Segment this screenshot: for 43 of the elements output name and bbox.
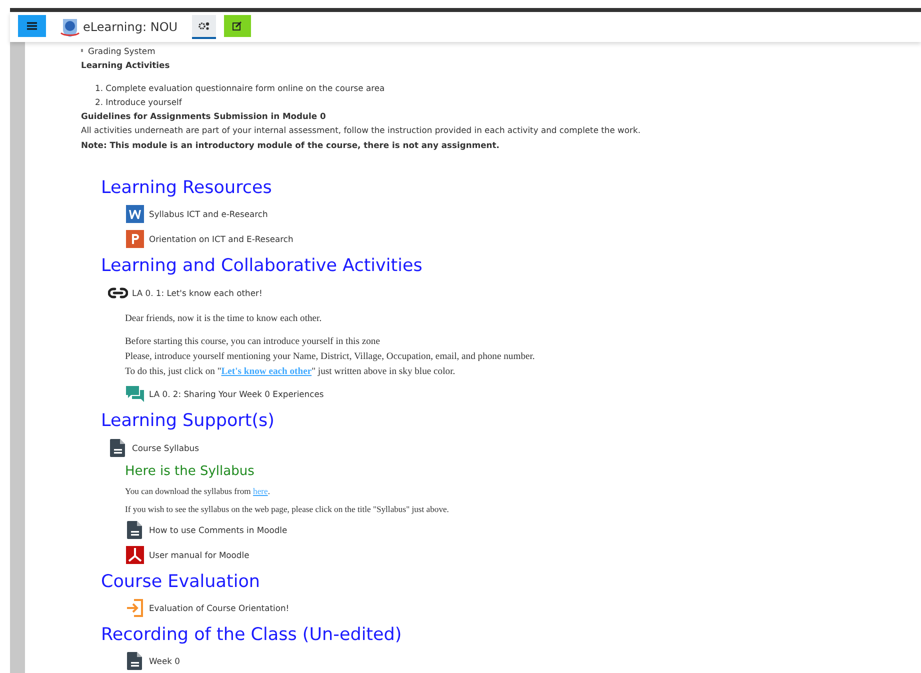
- enter-icon: [125, 598, 145, 618]
- document-icon: [108, 438, 128, 458]
- site-name: eLearning: NOU: [83, 20, 178, 34]
- chat-icon: [125, 384, 145, 404]
- note-text: Note: This module is an introductory module of the course, there is not any assignment.: [81, 139, 500, 152]
- paragraph-text: All activities underneath are part of your internal assessment, follow the instruction provided in each activity and complete the work.: [81, 124, 642, 137]
- edit-button[interactable]: [224, 15, 251, 39]
- description-heading: Here is the Syllabus: [125, 464, 256, 479]
- section-title: Learning Support(s): [101, 410, 276, 432]
- section-heading: Learning Activities: [81, 59, 171, 72]
- description-text: Before starting this course, you can introduce yourself in this zone: [125, 336, 380, 347]
- section-heading: Guidelines for Assignments Submission in Module 0: [81, 110, 327, 123]
- pdf-icon: [125, 545, 145, 565]
- presentation-icon: [125, 229, 145, 249]
- document-icon: [125, 204, 145, 224]
- activity-link[interactable]: LA 0. 2: Sharing Your Week 0 Experiences: [149, 389, 324, 399]
- section-title: Learning and Collaborative Activities: [101, 255, 424, 277]
- section-title: Recording of the Class (Un-edited): [101, 624, 403, 646]
- description-text: If you wish to see the syllabus on the web page, please click on the title "Syllabus" just above.: [125, 504, 449, 514]
- activity-link[interactable]: Syllabus ICT and e-Research: [149, 209, 268, 219]
- list-item: 1. Complete evaluation questionnaire form online on the course area: [95, 82, 386, 95]
- edit-icon: [232, 21, 242, 31]
- activity-link[interactable]: How to use Comments in Moodle: [149, 525, 288, 535]
- activity-link[interactable]: Evaluation of Course Orientation!: [149, 603, 290, 613]
- settings-icon: [198, 21, 210, 31]
- menu-button[interactable]: [18, 15, 46, 39]
- settings-button[interactable]: [192, 15, 216, 39]
- activity-link[interactable]: Week 0: [149, 656, 180, 666]
- menu-icon: [27, 22, 37, 30]
- activity-link[interactable]: Orientation on ICT and E-Research: [149, 234, 294, 244]
- activity-link[interactable]: User manual for Moodle: [149, 550, 250, 560]
- description-text: You can download the syllabus from here.: [125, 486, 270, 496]
- description-text: Please, introduce yourself mentioning your Name, District, Village, Occupation, email, and phone number.: [125, 351, 535, 362]
- section-title: Learning Resources: [101, 177, 273, 199]
- section-title: Course Evaluation: [101, 571, 261, 593]
- activity-link[interactable]: LA 0. 1: Let's know each other!: [132, 288, 262, 298]
- description-text: To do this, just click on "Let's know each other" just written above in sky blue color.: [125, 366, 456, 377]
- document-icon: [125, 520, 145, 540]
- list-item: 2. Introduce yourself: [95, 96, 183, 109]
- description-text: Dear friends, now it is the time to know each other.: [125, 313, 322, 324]
- list-item: Grading System: [88, 45, 156, 58]
- logo-icon: [60, 16, 80, 38]
- activity-link[interactable]: Course Syllabus: [132, 443, 199, 453]
